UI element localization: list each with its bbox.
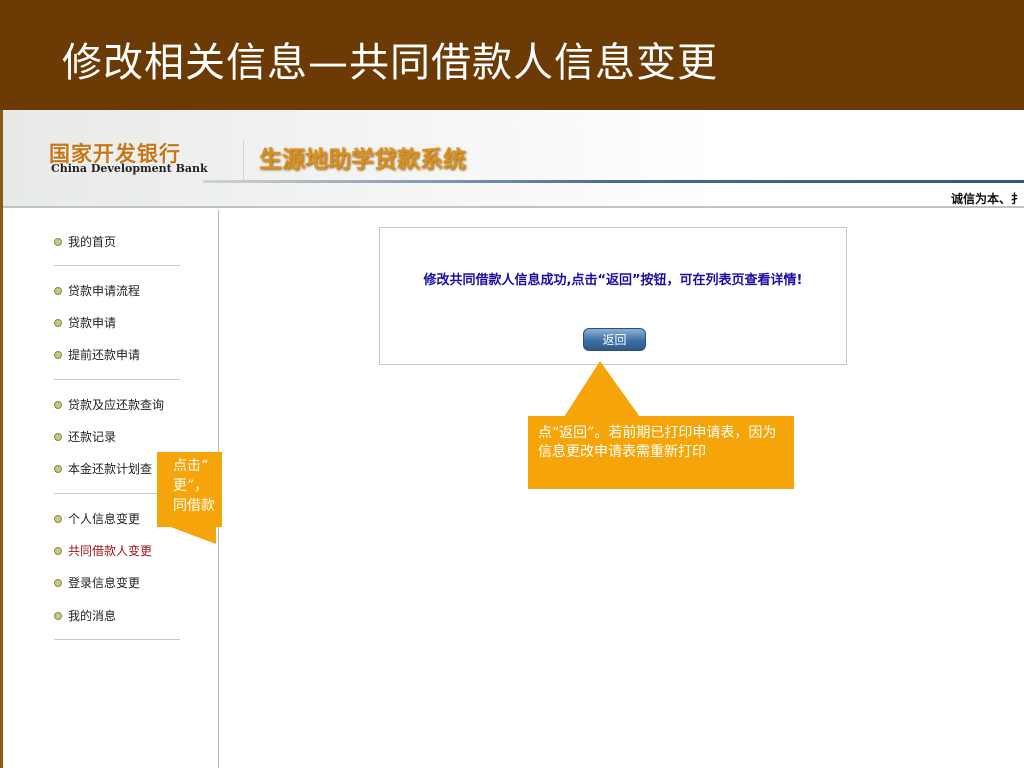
slide-title-bar: 修改相关信息—共同借款人信息变更 — [0, 0, 1024, 110]
bullet-icon — [54, 237, 62, 246]
nav-prepayment[interactable]: 提前还款申请 — [54, 346, 140, 363]
callout-line: 点击“ — [173, 458, 209, 474]
nav-separator — [54, 265, 180, 266]
bullet-icon — [54, 611, 62, 620]
nav-repayment-records[interactable]: 还款记录 — [54, 428, 116, 445]
nav-label: 贷款申请流程 — [68, 284, 141, 298]
bullet-icon — [54, 432, 62, 441]
nav-separator — [54, 379, 180, 380]
success-message-box: 修改共同借款人信息成功,点击“返回”按钮，可在列表页查看详情! 返回 — [379, 227, 847, 365]
bullet-icon — [54, 578, 62, 587]
nav-repayment-plan[interactable]: 本金还款计划查 — [54, 460, 152, 477]
left-border — [0, 110, 3, 768]
site-banner: 国家开发银行 China Development Bank 生源地助学贷款系统 … — [3, 110, 1024, 208]
nav-label: 还款记录 — [68, 430, 117, 444]
bank-logo-en: China Development Bank — [51, 162, 208, 175]
nav-login-info[interactable]: 登录信息变更 — [54, 574, 140, 591]
banner-stripe — [203, 180, 1024, 183]
nav-label: 共同借款人变更 — [68, 544, 153, 558]
nav-label: 贷款及应还款查询 — [68, 398, 165, 412]
nav-label: 贷款申请 — [68, 316, 117, 330]
bullet-icon — [54, 464, 62, 473]
bullet-icon — [54, 546, 62, 555]
nav-messages[interactable]: 我的消息 — [54, 607, 116, 624]
bullet-icon — [54, 318, 62, 327]
return-callout: 点“返回”。若前期已打印申请表，因为信息更改申请表需重新打印 — [528, 416, 794, 489]
sidebar-callout: 点击“ 更”， 同借款 — [157, 452, 222, 527]
motto-text: 诚信为本、扌 — [951, 192, 1024, 206]
nav-label: 提前还款申请 — [68, 348, 141, 362]
success-message: 修改共同借款人信息成功,点击“返回”按钮，可在列表页查看详情! — [423, 273, 803, 288]
slide-title: 修改相关信息—共同借款人信息变更 — [62, 40, 718, 86]
callout-line: 同借款 — [173, 498, 215, 514]
bullet-icon — [54, 350, 62, 359]
system-name: 生源地助学贷款系统 — [259, 147, 466, 173]
nav-label: 登录信息变更 — [68, 576, 141, 590]
nav-label: 本金还款计划查 — [68, 462, 153, 476]
nav-home[interactable]: 我的首页 — [54, 233, 116, 250]
bullet-icon — [54, 400, 62, 409]
nav-personal-info[interactable]: 个人信息变更 — [54, 510, 140, 527]
callout-pointer — [564, 361, 640, 417]
nav-label: 个人信息变更 — [68, 512, 141, 526]
nav-label: 我的消息 — [68, 609, 117, 623]
callout-pointer — [168, 526, 216, 544]
callout-line: 更”， — [173, 478, 209, 494]
nav-loan-apply[interactable]: 贷款申请 — [54, 314, 116, 331]
bullet-icon — [54, 286, 62, 295]
nav-co-borrower[interactable]: 共同借款人变更 — [54, 542, 152, 559]
nav-label: 我的首页 — [68, 235, 117, 249]
logo-divider — [243, 140, 244, 180]
nav-loan-process[interactable]: 贷款申请流程 — [54, 282, 140, 299]
nav-separator — [54, 639, 180, 640]
nav-loan-query[interactable]: 贷款及应还款查询 — [54, 396, 164, 413]
return-button[interactable]: 返回 — [583, 328, 646, 351]
bullet-icon — [54, 514, 62, 523]
